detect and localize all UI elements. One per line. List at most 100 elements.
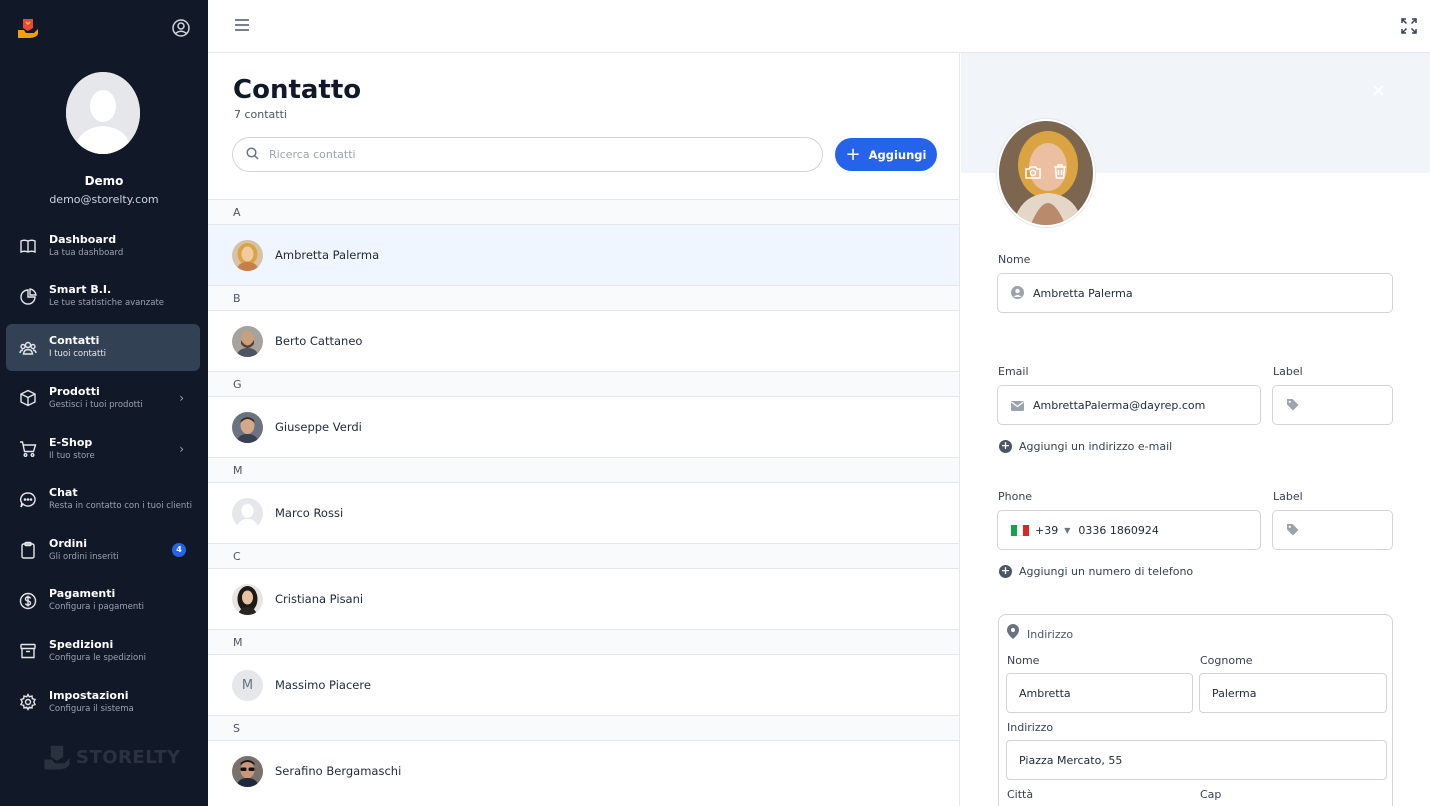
gear-icon [18, 692, 38, 712]
add-phone-link[interactable]: + Aggiungi un numero di telefono [999, 565, 1193, 578]
contact-avatar [232, 411, 263, 443]
letter-header: G [208, 371, 959, 397]
sidebar-item-eshop[interactable]: E-Shop Il tuo store › [0, 424, 208, 475]
letter-header: M [208, 457, 959, 483]
nome-field[interactable]: Ambretta Palerma [997, 273, 1393, 313]
phone-prefix[interactable]: +39 [1035, 524, 1058, 537]
addr-nome-label: Nome [1007, 654, 1040, 667]
sidebar-item-title: Impostazioni [49, 688, 129, 702]
brand-name: STORELTY [76, 746, 181, 768]
photo-actions [999, 121, 1093, 225]
user-email: demo@storelty.com [49, 193, 159, 206]
sidebar-item-subtitle: Gli ordini inseriti [49, 551, 119, 562]
sidebar-item-title: Spedizioni [49, 637, 114, 651]
contact-avatar [232, 239, 263, 271]
list-item[interactable]: Cristiana Pisani [208, 569, 959, 629]
sidebar-item-title: E-Shop [49, 435, 93, 449]
hamburger-menu-icon[interactable] [234, 17, 250, 33]
contact-name: Berto Cattaneo [275, 334, 363, 348]
sidebar-item-spedizioni[interactable]: Spedizioni Configura le spedizioni [0, 626, 208, 677]
addr-indirizzo-field[interactable]: Piazza Mercato, 55 [1006, 740, 1387, 780]
user-name: Demo [84, 174, 124, 188]
contact-avatar [232, 583, 263, 615]
tag-icon [1286, 521, 1299, 540]
add-contact-button[interactable]: + Aggiungi [835, 138, 937, 171]
sidebar-item-chat[interactable]: Chat Resta in contatto con i tuoi clienti [0, 474, 208, 525]
sidebar-item-subtitle: Resta in contatto con i tuoi clienti [49, 501, 192, 512]
contact-avatar [232, 755, 263, 787]
sidebar-item-subtitle: Le tue statistiche avanzate [49, 298, 165, 309]
addr-cognome-field[interactable]: Palerma [1199, 673, 1387, 713]
camera-icon[interactable] [1025, 164, 1041, 183]
sidebar-item-contatti[interactable]: Contatti I tuoi contatti [6, 324, 200, 372]
email-label-label: Label [1273, 365, 1303, 378]
map-pin-icon [1007, 624, 1019, 643]
chevron-right-icon: › [179, 391, 184, 406]
contact-name: Marco Rossi [275, 506, 344, 520]
phone-label: Phone [998, 490, 1033, 503]
close-icon[interactable]: ✕ [1371, 81, 1386, 102]
sidebar-item-smart-bi[interactable]: Smart B.I. Le tue statistiche avanzate [0, 272, 208, 323]
list-item[interactable]: Giuseppe Verdi [208, 397, 959, 457]
search-icon [246, 145, 259, 164]
clipboard-icon [18, 540, 38, 560]
list-item[interactable]: Marco Rossi [208, 483, 959, 543]
top-bar [208, 0, 1430, 53]
sidebar-item-prodotti[interactable]: Prodotti Gestisci i tuoi prodotti › [0, 373, 208, 424]
sidebar: Demo demo@storelty.com Dashboard La tua d… [0, 0, 208, 806]
contact-count: 7 contatti [234, 108, 287, 121]
sidebar-item-subtitle: Configura i pagamenti [49, 602, 144, 613]
nome-value: Ambretta Palerma [1033, 286, 1133, 300]
addr-cognome-label: Cognome [1200, 654, 1253, 667]
phone-field[interactable]: +39 ▼ 0336 1860924 [997, 510, 1261, 550]
sidebar-item-subtitle: Gestisci i tuoi prodotti [49, 399, 143, 410]
book-icon [18, 236, 38, 256]
sidebar-item-title: Prodotti [49, 384, 100, 398]
list-item[interactable]: Ambretta Palerma [208, 225, 959, 285]
sidebar-nav: Dashboard La tua dashboard Smart B.I. Le t… [0, 221, 208, 727]
storelty-watermark-icon [44, 745, 70, 770]
contact-list-panel: Contatto 7 contatti + Aggiungi A Ambrett… [208, 53, 960, 806]
address-title: Indirizzo [1027, 628, 1074, 641]
fullscreen-icon[interactable] [1400, 17, 1418, 35]
sidebar-item-dashboard[interactable]: Dashboard La tua dashboard [0, 221, 208, 272]
email-value: AmbrettaPalerma@dayrep.com [1033, 398, 1206, 412]
search-bar[interactable] [232, 137, 823, 172]
list-item[interactable]: Serafino Bergamaschi [208, 741, 959, 801]
letter-header: C [208, 543, 959, 569]
archive-icon [18, 641, 38, 661]
user-circle-icon[interactable] [171, 18, 191, 38]
sidebar-item-title: Chat [49, 486, 78, 500]
plus-circle-icon: + [999, 564, 1012, 578]
letter-header: M [208, 629, 959, 655]
sidebar-item-pagamenti[interactable]: Pagamenti Configura i pagamenti [0, 576, 208, 627]
address-card: Indirizzo Nome Ambretta Cognome Palerma … [998, 614, 1393, 806]
sidebar-item-impostazioni[interactable]: Impostazioni Configura il sistema [0, 677, 208, 728]
add-email-link[interactable]: + Aggiungi un indirizzo e-mail [999, 440, 1172, 453]
nome-label: Nome [998, 253, 1031, 266]
sidebar-item-subtitle: La tua dashboard [49, 247, 124, 258]
sidebar-item-ordini[interactable]: Ordini Gli ordini inseriti 4 [0, 525, 208, 576]
search-input[interactable] [269, 148, 789, 161]
add-phone-label: Aggiungi un numero di telefono [1019, 565, 1194, 578]
chevron-down-icon[interactable]: ▼ [1064, 526, 1070, 535]
email-label-field[interactable] [1272, 385, 1393, 425]
contact-name: Ambretta Palerma [275, 248, 380, 262]
email-field[interactable]: AmbrettaPalerma@dayrep.com [997, 385, 1261, 425]
sidebar-item-title: Smart B.I. [49, 283, 112, 297]
contact-avatar-initial: M [232, 669, 263, 701]
envelope-icon [1011, 396, 1024, 415]
storelty-logo-icon[interactable] [16, 16, 40, 40]
letter-header: A [208, 199, 959, 225]
addr-nome-field[interactable]: Ambretta [1006, 673, 1193, 713]
brand-watermark: STORELTY [42, 742, 181, 772]
trash-icon[interactable] [1053, 163, 1067, 183]
sidebar-item-subtitle: Configura il sistema [49, 703, 134, 714]
contact-name: Serafino Bergamaschi [275, 764, 402, 778]
list-item[interactable]: M Massimo Piacere [208, 655, 959, 715]
users-icon [18, 338, 38, 358]
phone-label-label: Label [1273, 490, 1303, 503]
list-item[interactable]: Berto Cattaneo [208, 311, 959, 371]
phone-label-field[interactable] [1272, 510, 1393, 550]
sidebar-item-subtitle: Configura le spedizioni [49, 652, 146, 663]
